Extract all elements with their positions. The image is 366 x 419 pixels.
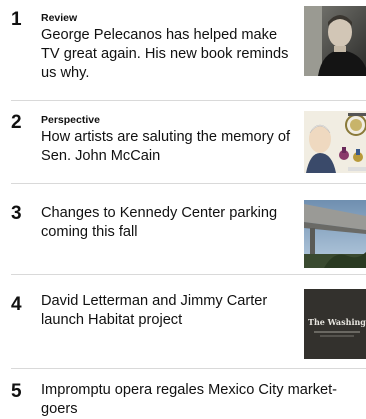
- headline-link[interactable]: David Letterman and Jimmy Carter launch …: [41, 292, 297, 330]
- rank-number: 4: [11, 294, 22, 315]
- video-thumbnail-caption: The Washington Post: [308, 317, 366, 327]
- list-item[interactable]: 4 David Letterman and Jimmy Carter launc…: [0, 275, 366, 365]
- list-item[interactable]: 3 Changes to Kennedy Center parking comi…: [0, 184, 366, 274]
- kicker-label: Perspective: [41, 114, 100, 126]
- list-item[interactable]: 1 Review George Pelecanos has helped mak…: [0, 0, 366, 100]
- rank-number: 1: [11, 9, 22, 30]
- headline-link[interactable]: Changes to Kennedy Center parking coming…: [41, 204, 297, 242]
- illustration-photo-icon-graphic: [304, 111, 366, 173]
- headline-link[interactable]: Impromptu opera regales Mexico City mark…: [41, 381, 341, 419]
- video-thumbnail-icon[interactable]: The Washington Post: [304, 289, 366, 359]
- headline-link[interactable]: George Pelecanos has helped make TV grea…: [41, 26, 297, 83]
- list-item[interactable]: 5 Impromptu opera regales Mexico City ma…: [0, 369, 366, 418]
- architecture-photo-icon-graphic: [304, 200, 366, 268]
- rank-number: 5: [11, 381, 22, 402]
- kicker-label: Review: [41, 12, 78, 24]
- headline-link[interactable]: How artists are saluting the memory of S…: [41, 128, 297, 166]
- rank-number: 3: [11, 203, 22, 224]
- portrait-photo-icon-graphic: [304, 6, 366, 76]
- list-item[interactable]: 2 Perspective How artists are saluting t…: [0, 101, 366, 183]
- rank-number: 2: [11, 112, 22, 133]
- architecture-photo-icon[interactable]: [304, 200, 366, 268]
- illustration-photo-icon[interactable]: [304, 111, 366, 173]
- portrait-photo-icon[interactable]: [304, 6, 366, 76]
